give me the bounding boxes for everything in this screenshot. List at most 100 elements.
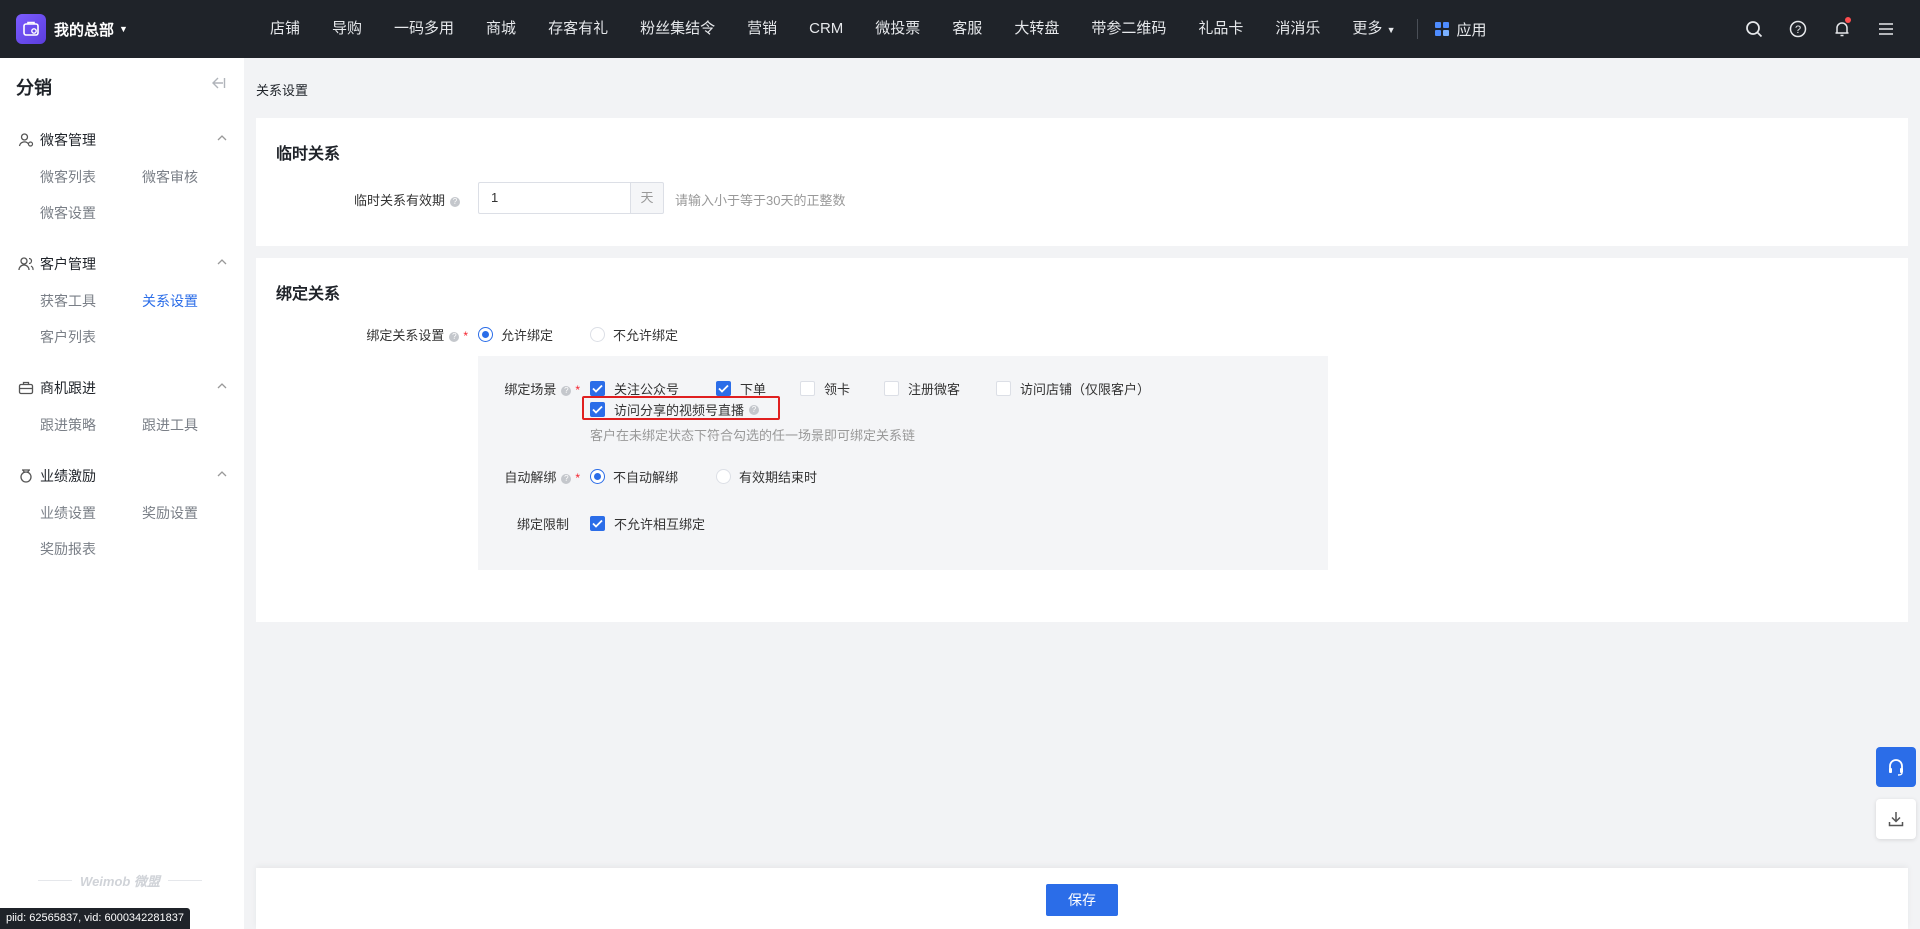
nav-item-service[interactable]: 客服	[936, 0, 998, 58]
app-label: 应用	[1456, 21, 1487, 39]
caret-down-icon: ▼	[119, 24, 128, 34]
bind-setting-label: 绑定关系设置? *	[366, 328, 468, 343]
help-circle-icon[interactable]: ?	[450, 196, 460, 207]
checkbox-unchecked-icon	[996, 381, 1011, 396]
sidebar-item-reward-report[interactable]: 奖励报表	[40, 539, 96, 559]
sidebar-group-performance[interactable]: 业绩激励	[18, 466, 228, 486]
save-button[interactable]: 保存	[1046, 884, 1118, 916]
checkbox-visit-store[interactable]: 访问店铺（仅限客户）	[996, 379, 1150, 398]
page-title: 关系设置	[256, 83, 309, 98]
sidebar-item-customer-list[interactable]: 客户列表	[40, 327, 96, 347]
notification-dot	[1845, 17, 1851, 23]
nav-item-wheel[interactable]: 大转盘	[998, 0, 1075, 58]
help-circle-icon[interactable]: ?	[561, 385, 572, 396]
sidebar-title: 分销	[16, 78, 52, 98]
help-icon[interactable]: ?	[1776, 0, 1820, 58]
highlight-box	[582, 396, 780, 420]
sidebar-group-label: 业绩激励	[40, 468, 96, 484]
search-icon[interactable]	[1732, 0, 1776, 58]
store-logo-icon	[16, 14, 46, 44]
nav-item-store[interactable]: 店铺	[254, 0, 316, 58]
radio-allow-bind[interactable]: 允许绑定	[478, 325, 553, 344]
radio-disallow-bind[interactable]: 不允许绑定	[590, 325, 678, 344]
collapse-sidebar-icon[interactable]	[210, 76, 226, 93]
users-icon	[18, 257, 34, 271]
sidebar-group-customer[interactable]: 客户管理	[18, 254, 228, 274]
checkbox-checked-icon	[590, 381, 605, 396]
checkbox-no-mutual-bind[interactable]: 不允许相互绑定	[590, 514, 705, 533]
checkbox-unchecked-icon	[884, 381, 899, 396]
nav-app-button[interactable]: 应用	[1424, 19, 1496, 40]
nav-divider	[1417, 19, 1419, 39]
download-button[interactable]	[1876, 799, 1916, 839]
medal-icon	[20, 469, 32, 483]
nav-item-mall[interactable]: 商城	[470, 0, 532, 58]
weimob-logo: Weimob 微盟	[30, 871, 210, 890]
nav-item-fans-gather[interactable]: 粉丝集结令	[624, 0, 731, 58]
help-circle-icon[interactable]: ?	[449, 331, 460, 342]
radio-no-auto-unbind[interactable]: 不自动解绑	[590, 467, 678, 486]
brand-name[interactable]: 我的总部	[54, 19, 114, 40]
radio-checked-icon	[590, 469, 605, 484]
sidebar-item-acquisition-tools[interactable]: 获客工具	[40, 291, 96, 311]
bell-icon[interactable]	[1820, 0, 1864, 58]
sidebar-item-microguest-review[interactable]: 微客审核	[142, 167, 198, 187]
svg-text:?: ?	[1795, 24, 1801, 36]
sidebar-item-microguest-list[interactable]: 微客列表	[40, 167, 96, 187]
user-settings-icon	[18, 133, 34, 147]
nav-item-more[interactable]: 更多 ▼	[1336, 0, 1411, 59]
radio-checked-icon	[478, 327, 493, 342]
checkbox-checked-icon	[716, 381, 731, 396]
sidebar-group-label: 微客管理	[40, 132, 96, 148]
sidebar-item-reward-settings[interactable]: 奖励设置	[142, 503, 198, 523]
nav-item-deposit-gift[interactable]: 存客有礼	[532, 0, 624, 58]
nav-item-gift-card[interactable]: 礼品卡	[1182, 0, 1259, 58]
customer-service-button[interactable]	[1876, 747, 1916, 787]
sidebar-group-label: 商机跟进	[40, 380, 96, 396]
radio-unbind-on-expiry[interactable]: 有效期结束时	[716, 467, 817, 486]
chevron-up-icon	[217, 135, 227, 141]
validity-input-group: 1 天	[478, 182, 664, 214]
download-icon	[1888, 812, 1904, 827]
caret-down-icon: ▼	[1386, 24, 1396, 35]
validity-unit: 天	[630, 182, 664, 214]
menu-icon[interactable]	[1864, 0, 1908, 58]
checkbox-checked-icon	[590, 516, 605, 531]
chevron-up-icon	[217, 259, 227, 265]
more-label: 更多	[1352, 19, 1383, 37]
chevron-up-icon	[217, 471, 227, 477]
nav-item-qrcode[interactable]: 带参二维码	[1075, 0, 1182, 58]
validity-hint: 请输入小于等于30天的正整数	[675, 193, 846, 208]
nav-item-multi-code[interactable]: 一码多用	[378, 0, 470, 58]
sidebar-item-followup-strategy[interactable]: 跟进策略	[40, 415, 96, 435]
apps-grid-icon	[1435, 22, 1450, 36]
validity-label: 临时关系有效期?	[300, 190, 460, 209]
bind-relation-title: 绑定关系	[276, 286, 341, 303]
brand-switcher[interactable]: 我的总部 ▼	[0, 14, 240, 44]
headset-icon	[1889, 759, 1903, 776]
sidebar-group-label: 客户管理	[40, 256, 96, 272]
bind-scene-hint: 客户在未绑定状态下符合勾选的任一场景即可绑定关系链	[590, 428, 916, 443]
sidebar-group-opportunity[interactable]: 商机跟进	[18, 378, 228, 398]
chevron-up-icon	[217, 383, 227, 389]
nav-item-marketing[interactable]: 营销	[731, 0, 793, 58]
nav-item-crm[interactable]: CRM	[793, 0, 859, 58]
temp-relation-title: 临时关系	[276, 146, 341, 163]
sidebar-group-microguest[interactable]: 微客管理	[18, 130, 228, 150]
sidebar-item-microguest-settings[interactable]: 微客设置	[40, 203, 96, 223]
help-circle-icon[interactable]: ?	[561, 473, 572, 484]
checkbox-register-microguest[interactable]: 注册微客	[884, 379, 960, 398]
radio-unchecked-icon	[716, 469, 731, 484]
sidebar-item-followup-tools[interactable]: 跟进工具	[142, 415, 198, 435]
auto-unbind-label: 自动解绑? *	[504, 470, 580, 485]
sidebar-item-relation-settings[interactable]: 关系设置	[142, 291, 198, 311]
sidebar-item-performance-settings[interactable]: 业绩设置	[40, 503, 96, 523]
checkbox-unchecked-icon	[800, 381, 815, 396]
nav-item-guide[interactable]: 导购	[316, 0, 378, 58]
sidebar: 分销 微客管理 微客列表 微客审核 微客设置 客户管理 获客工具 关系设置 客户…	[0, 58, 244, 929]
nav-item-vote[interactable]: 微投票	[859, 0, 936, 58]
briefcase-icon	[18, 381, 34, 395]
checkbox-claim-card[interactable]: 领卡	[800, 379, 850, 398]
nav-item-match-game[interactable]: 消消乐	[1259, 0, 1336, 58]
validity-input[interactable]: 1	[478, 182, 630, 214]
